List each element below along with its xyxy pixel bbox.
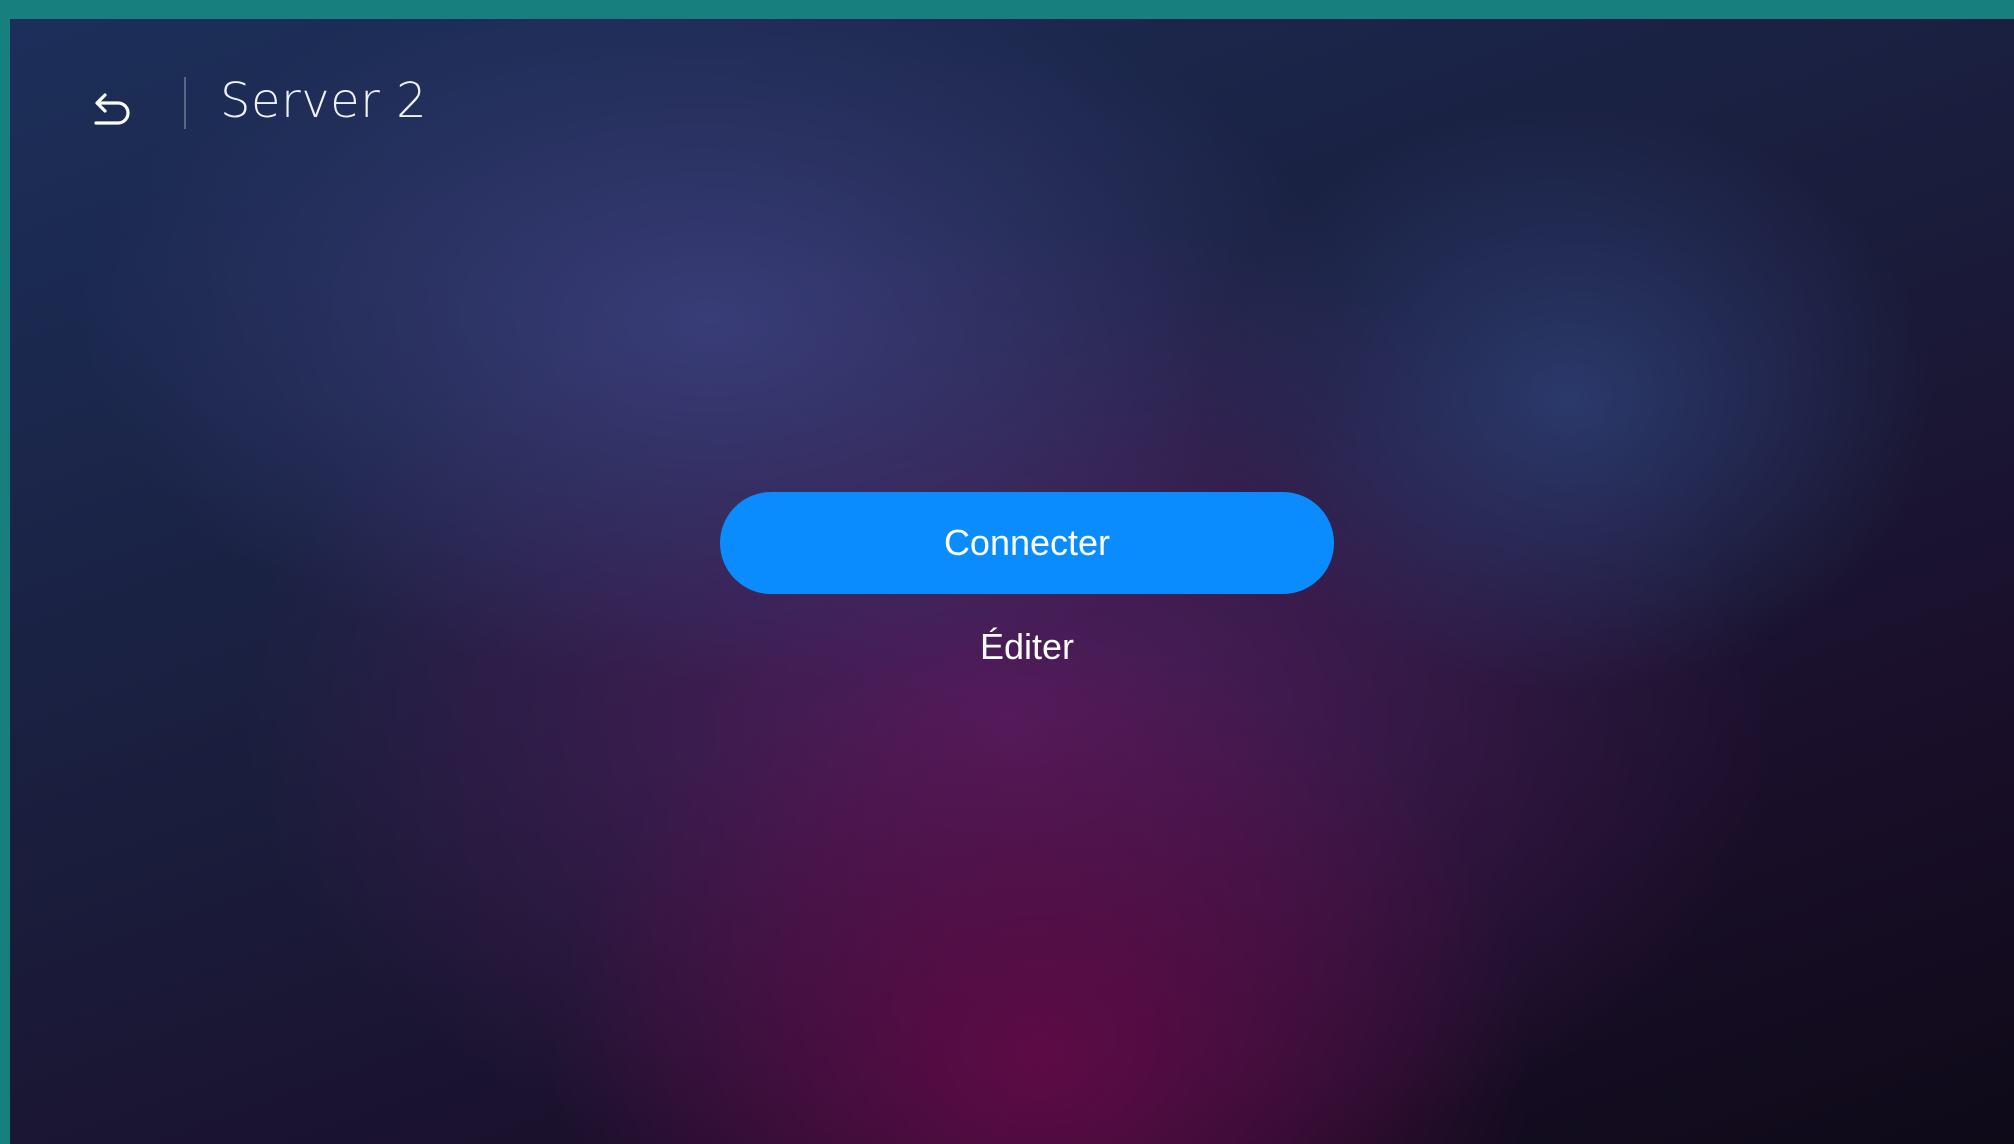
edit-button[interactable]: Éditer [920, 617, 1134, 677]
back-arrow-icon [94, 93, 130, 125]
back-button[interactable] [80, 79, 146, 145]
connect-button[interactable]: Connecter [720, 492, 1334, 594]
page-title: Server 2 [220, 73, 428, 129]
app-window: Server 2 Connecter Éditer [10, 19, 2014, 1144]
top-bar: Server 2 [10, 19, 2014, 169]
header-divider [184, 77, 186, 129]
